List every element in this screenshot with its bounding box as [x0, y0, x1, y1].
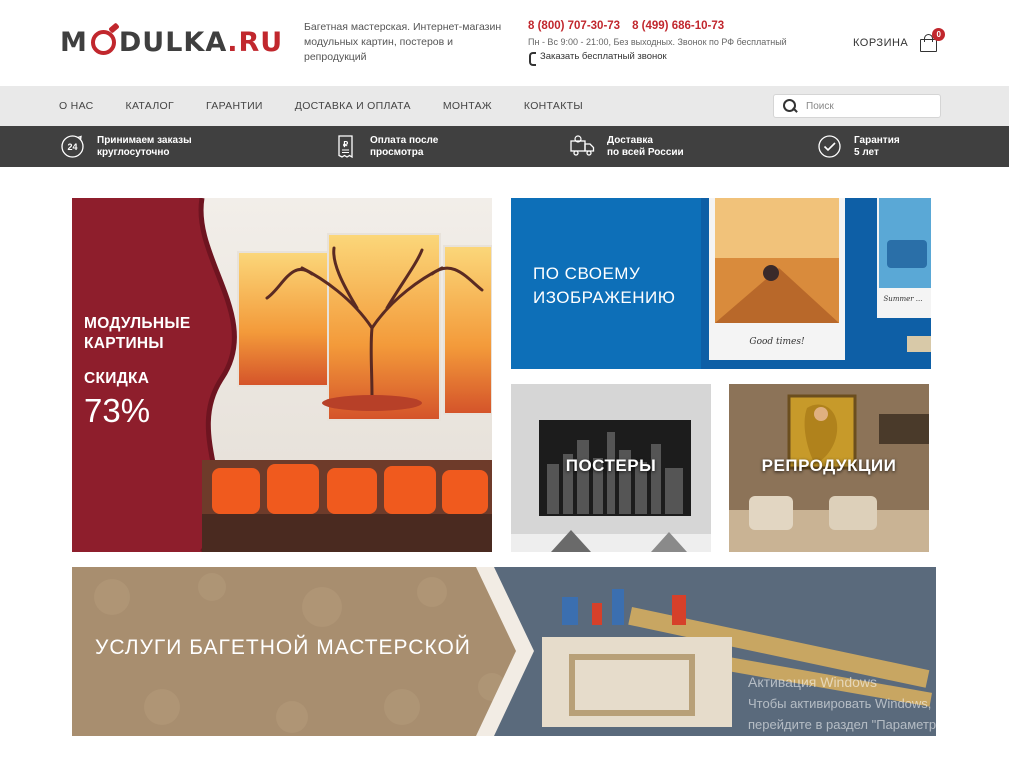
24h-badge-text: 24: [67, 142, 77, 152]
site-tagline: Багетная мастерская. Интернет-магазин мо…: [304, 21, 502, 63]
nav-item-about[interactable]: О НАС: [59, 100, 94, 112]
shopping-bag-icon: 0: [920, 28, 946, 52]
working-hours: Пн - Вс 9:00 - 21:00, Без выходных. Звон…: [528, 37, 787, 47]
cart-button[interactable]: КОРЗИНА 0: [853, 28, 946, 52]
callback-label: Заказать бесплатный звонок: [540, 51, 667, 62]
feature-guarantee-line2: 5 лет: [854, 146, 879, 158]
search-box: [773, 94, 941, 118]
phone-number-2[interactable]: 8 (499) 686-10-73: [632, 20, 724, 32]
feature-24h-line1: Принимаем заказы: [97, 135, 192, 146]
custom-photo-caption-1: Good times!: [749, 337, 805, 347]
svg-text:₽: ₽: [343, 140, 348, 149]
logo-dot: .: [227, 26, 239, 58]
nav-item-guarantees[interactable]: ГАРАНТИИ: [206, 100, 263, 112]
custom-photo-caption-2: Summer ...: [884, 295, 923, 303]
feature-24h-line2: круглосуточно: [97, 146, 170, 158]
phone-numbers: 8 (800) 707-30-73 8 (499) 686-10-73: [528, 20, 787, 32]
banner-modular-paintings[interactable]: МОДУЛЬНЫЕ КАРТИНЫ СКИДКА 73%: [72, 198, 492, 552]
logo-word: DULKA: [118, 26, 228, 58]
nav-item-delivery[interactable]: ДОСТАВКА И ОПЛАТА: [295, 100, 411, 112]
nav-item-contacts[interactable]: КОНТАКТЫ: [524, 100, 583, 112]
feature-delivery: Доставка по всей России: [570, 126, 684, 167]
site-logo[interactable]: M DULKA . RU: [60, 24, 283, 60]
phone-icon: [528, 51, 536, 66]
banner-custom-image[interactable]: Good times! Summer ... ПО СВОЕМУ ИЗОБРАЖ…: [511, 198, 931, 369]
feature-payment-text: Оплата после просмотра: [370, 135, 438, 158]
feature-guarantee-line1: Гарантия: [854, 135, 900, 146]
feature-24h-text: Принимаем заказы круглосуточно: [97, 135, 192, 158]
search-input[interactable]: [806, 100, 936, 112]
posters-banner-title: ПОСТЕРЫ: [565, 456, 657, 475]
main-nav: О НАС КАТАЛОГ ГАРАНТИИ ДОСТАВКА И ОПЛАТА…: [0, 86, 1009, 126]
watermark-line-1: Активация Windows: [748, 674, 878, 690]
receipt-icon: ₽: [333, 134, 358, 159]
cart-label: КОРЗИНА: [853, 37, 909, 49]
logo-ring-icon: [90, 29, 116, 55]
watermark-line-3: перейдите в раздел "Параметры".: [748, 717, 954, 732]
cart-count-badge: 0: [932, 28, 946, 41]
delivery-truck-icon: [570, 134, 595, 159]
feature-payment: ₽ Оплата после просмотра: [333, 126, 438, 167]
phone-number-1[interactable]: 8 (800) 707-30-73: [528, 20, 620, 32]
modular-discount-label: СКИДКА: [84, 370, 150, 387]
feature-delivery-line2: по всей России: [607, 146, 684, 158]
feature-24h: 24 Принимаем заказы круглосуточно: [60, 126, 192, 167]
feature-delivery-text: Доставка по всей России: [607, 135, 684, 158]
nav-item-catalog[interactable]: КАТАЛОГ: [126, 100, 174, 112]
windows-activation-watermark: Активация Windows Чтобы активировать Win…: [748, 672, 954, 735]
feature-payment-line2: просмотра: [370, 146, 424, 158]
feature-guarantee: Гарантия 5 лет: [817, 126, 900, 167]
banner-posters[interactable]: ПОСТЕРЫ: [511, 384, 711, 552]
nav-item-installation[interactable]: МОНТАЖ: [443, 100, 492, 112]
modular-banner-text: МОДУЛЬНЫЕ КАРТИНЫ СКИДКА 73%: [84, 314, 214, 430]
24h-clock-icon: 24: [60, 134, 85, 159]
logo-ru: RU: [238, 26, 284, 58]
callback-link[interactable]: Заказать бесплатный звонок: [528, 51, 787, 66]
search-icon[interactable]: [783, 99, 797, 113]
feature-guarantee-text: Гарантия 5 лет: [854, 135, 900, 158]
banner-reproductions[interactable]: РЕПРОДУКЦИИ: [729, 384, 929, 552]
logo-letter-m: M: [60, 26, 88, 58]
watermark-line-2: Чтобы активировать Windows,: [748, 696, 932, 711]
reproductions-banner-title: РЕПРОДУКЦИИ: [761, 456, 897, 475]
feature-delivery-line1: Доставка: [607, 135, 653, 146]
checkmark-icon: [817, 134, 842, 159]
modular-discount-value: 73%: [84, 392, 151, 429]
modular-banner-title: МОДУЛЬНЫЕ КАРТИНЫ: [84, 315, 191, 352]
features-bar: 24 Принимаем заказы круглосуточно ₽ Опла…: [0, 126, 1009, 167]
feature-payment-line1: Оплата после: [370, 135, 439, 146]
site-header: M DULKA . RU Багетная мастерская. Интерне…: [0, 0, 1009, 86]
contact-block: 8 (800) 707-30-73 8 (499) 686-10-73 Пн - …: [528, 20, 787, 66]
services-banner-title: УСЛУГИ БАГЕТНОЙ МАСТЕРСКОЙ: [95, 636, 471, 659]
custom-banner-title: ПО СВОЕМУ ИЗОБРАЖЕНИЮ: [533, 264, 676, 307]
